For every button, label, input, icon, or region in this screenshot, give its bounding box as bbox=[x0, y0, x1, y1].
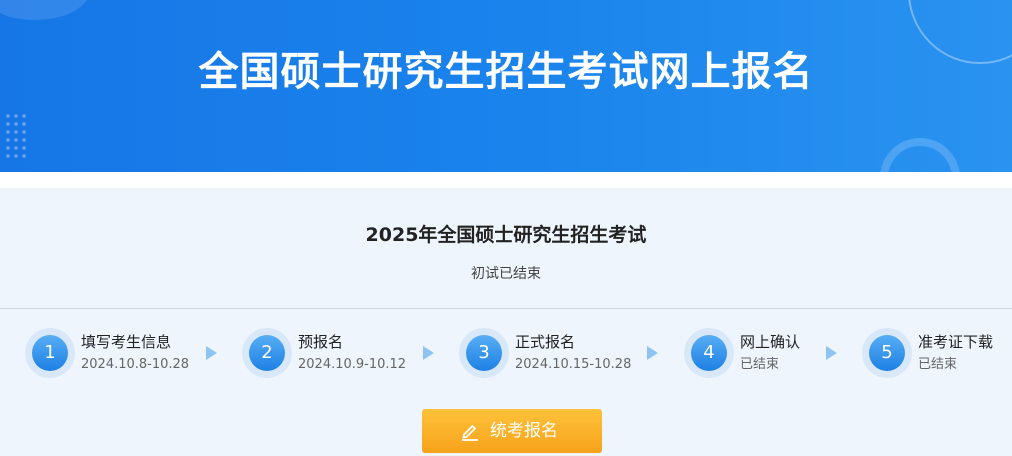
step-name: 预报名 bbox=[298, 333, 344, 351]
decorative-dots bbox=[4, 112, 30, 158]
step-date: 已结束 bbox=[918, 357, 958, 372]
step-number: 2 bbox=[249, 335, 285, 371]
step-number-badge: 1 bbox=[25, 328, 75, 378]
header-banner: 全国硕士研究生招生考试网上报名 bbox=[0, 0, 1012, 172]
step-date: 已结束 bbox=[740, 357, 780, 372]
step-name: 正式报名 bbox=[515, 333, 576, 351]
button-label: 统考报名 bbox=[490, 421, 558, 441]
step-date: 2024.10.9-10.12 bbox=[298, 357, 407, 372]
divider bbox=[0, 308, 1012, 309]
pencil-icon bbox=[462, 425, 478, 441]
step-name: 网上确认 bbox=[740, 333, 801, 351]
unified-exam-registration-button[interactable]: 统考报名 bbox=[422, 409, 602, 453]
step-date: 2024.10.8-10.28 bbox=[81, 357, 190, 372]
step-number-badge: 2 bbox=[242, 328, 292, 378]
step-number: 3 bbox=[466, 335, 502, 371]
step-arrow-icon bbox=[206, 346, 217, 360]
step-number: 5 bbox=[869, 335, 905, 371]
step-name: 准考证下载 bbox=[918, 333, 994, 351]
exam-title: 2025年全国硕士研究生招生考试 bbox=[365, 224, 647, 246]
step-number-badge: 3 bbox=[459, 328, 509, 378]
step-date: 2024.10.15-10.28 bbox=[515, 357, 632, 372]
step-name: 填写考生信息 bbox=[81, 333, 172, 351]
step-arrow-icon bbox=[647, 346, 658, 360]
step-number-badge: 5 bbox=[862, 328, 912, 378]
registration-panel: 2025年全国硕士研究生招生考试 初试已结束 1 填写考生信息 2024.10.… bbox=[0, 188, 1012, 456]
step-number: 1 bbox=[32, 335, 68, 371]
step-arrow-icon bbox=[423, 346, 434, 360]
step-number: 4 bbox=[691, 335, 727, 371]
step-number-badge: 4 bbox=[684, 328, 734, 378]
step-arrow-icon bbox=[826, 346, 837, 360]
page-title: 全国硕士研究生招生考试网上报名 bbox=[198, 49, 814, 95]
decorative-circle bbox=[0, 0, 90, 20]
exam-status: 初试已结束 bbox=[471, 266, 541, 282]
decorative-ring bbox=[880, 138, 960, 172]
